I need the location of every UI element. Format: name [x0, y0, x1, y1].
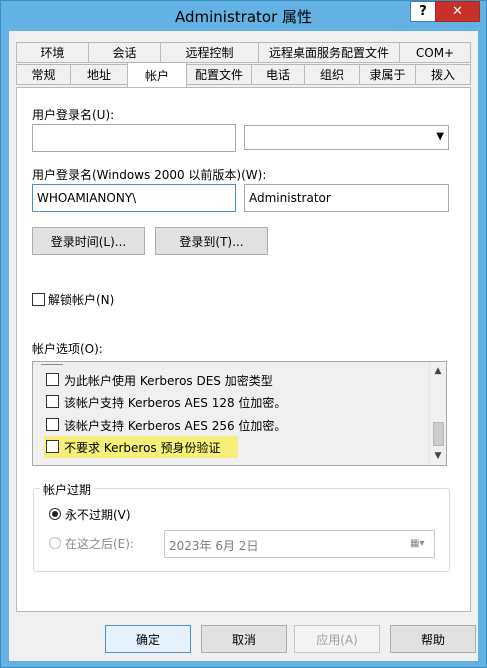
- option-label: 不要求 Kerberos 预身份验证: [64, 441, 221, 455]
- ok-button[interactable]: 确定: [105, 625, 191, 653]
- tab-telephones[interactable]: 电话: [251, 64, 305, 85]
- logon-to-button[interactable]: 登录到(T)...: [155, 227, 268, 255]
- expiry-date-value: 2023年 6月 2日: [169, 539, 259, 553]
- option-label: 为此帐户使用 Kerberos DES 加密类型: [64, 374, 273, 388]
- pre2000-logon-label: 用户登录名(Windows 2000 以前版本)(W):: [32, 168, 267, 182]
- vertical-scrollbar[interactable]: ▲ ▼: [429, 362, 446, 465]
- list-item[interactable]: 该帐户支持 Kerberos AES 128 位加密。: [44, 391, 434, 413]
- expiry-date-picker[interactable]: 2023年 6月 2日 ▦▾: [164, 530, 435, 558]
- tab-address[interactable]: 地址: [70, 64, 128, 85]
- tab-member-of[interactable]: 隶属于: [359, 64, 416, 85]
- account-options-label: 帐户选项(O):: [32, 342, 103, 356]
- never-expires-label: 永不过期(V): [65, 508, 131, 522]
- tab-remote-control[interactable]: 远程控制: [160, 42, 259, 63]
- list-item-partial: [41, 362, 63, 365]
- account-options-list[interactable]: 为此帐户使用 Kerberos DES 加密类型 该帐户支持 Kerberos …: [32, 361, 447, 466]
- tab-sessions[interactable]: 会话: [88, 42, 161, 63]
- account-tab-panel: 用户登录名(U): ▼ 用户登录名(Windows 2000 以前版本)(W):…: [16, 87, 471, 612]
- option-label: 该帐户支持 Kerberos AES 128 位加密。: [64, 396, 287, 410]
- scroll-thumb[interactable]: [433, 422, 444, 446]
- tab-com-plus[interactable]: COM+: [399, 42, 471, 63]
- dialog-client: 环境 会话 远程控制 远程桌面服务配置文件 COM+ 常规 地址 帐户 配置文件…: [9, 31, 478, 661]
- apply-button[interactable]: 应用(A): [294, 625, 380, 653]
- unlock-account-label: 解锁帐户(N): [48, 293, 115, 307]
- tab-rds-profile[interactable]: 远程桌面服务配置文件: [258, 42, 400, 63]
- chevron-down-icon: ▼: [436, 131, 444, 142]
- title-bar[interactable]: Administrator 属性 ? ✕: [1, 1, 486, 31]
- option-label: 该帐户支持 Kerberos AES 256 位加密。: [64, 419, 287, 433]
- properties-window: Administrator 属性 ? ✕ 环境 会话 远程控制 远程桌面服务配置…: [0, 0, 487, 668]
- end-of-radio[interactable]: [49, 537, 61, 549]
- tab-dial-in[interactable]: 拨入: [415, 64, 471, 85]
- tab-general[interactable]: 常规: [16, 64, 71, 85]
- tab-profile[interactable]: 配置文件: [186, 64, 252, 85]
- list-item[interactable]: 该帐户支持 Kerberos AES 256 位加密。: [44, 414, 434, 436]
- cancel-button[interactable]: 取消: [201, 625, 287, 653]
- calendar-icon[interactable]: ▦▾: [410, 538, 430, 550]
- unlock-account-checkbox[interactable]: [32, 293, 45, 306]
- upn-suffix-select[interactable]: ▼: [244, 125, 449, 150]
- tab-environment[interactable]: 环境: [16, 42, 89, 63]
- list-item[interactable]: 为此帐户使用 Kerberos DES 加密类型: [44, 369, 434, 391]
- logon-name-label: 用户登录名(U):: [32, 108, 115, 122]
- scroll-up-icon[interactable]: ▲: [430, 363, 446, 379]
- tab-organization[interactable]: 组织: [304, 64, 360, 85]
- scroll-down-icon[interactable]: ▼: [430, 448, 446, 464]
- logon-name-input[interactable]: [32, 124, 236, 152]
- account-expires-group: 帐户过期 永不过期(V) 在这之后(E): 2023年 6月 2日 ▦▾: [33, 481, 450, 572]
- end-of-label: 在这之后(E):: [65, 537, 134, 551]
- domain-prefix-field[interactable]: WHOAMIANONY\: [32, 184, 236, 212]
- tab-account[interactable]: 帐户: [127, 62, 187, 87]
- option-checkbox[interactable]: [46, 418, 59, 431]
- list-item-highlighted[interactable]: 不要求 Kerberos 预身份验证: [44, 436, 238, 458]
- help-button[interactable]: 帮助: [390, 625, 476, 653]
- option-checkbox[interactable]: [46, 373, 59, 386]
- help-title-button[interactable]: ?: [410, 1, 436, 22]
- option-checkbox[interactable]: [46, 440, 59, 453]
- option-checkbox[interactable]: [46, 395, 59, 408]
- account-expires-legend: 帐户过期: [40, 481, 95, 498]
- pre2000-logon-input[interactable]: Administrator: [244, 184, 449, 212]
- close-button[interactable]: ✕: [435, 1, 480, 22]
- logon-hours-button[interactable]: 登录时间(L)...: [32, 227, 145, 255]
- never-expires-radio[interactable]: [49, 508, 61, 520]
